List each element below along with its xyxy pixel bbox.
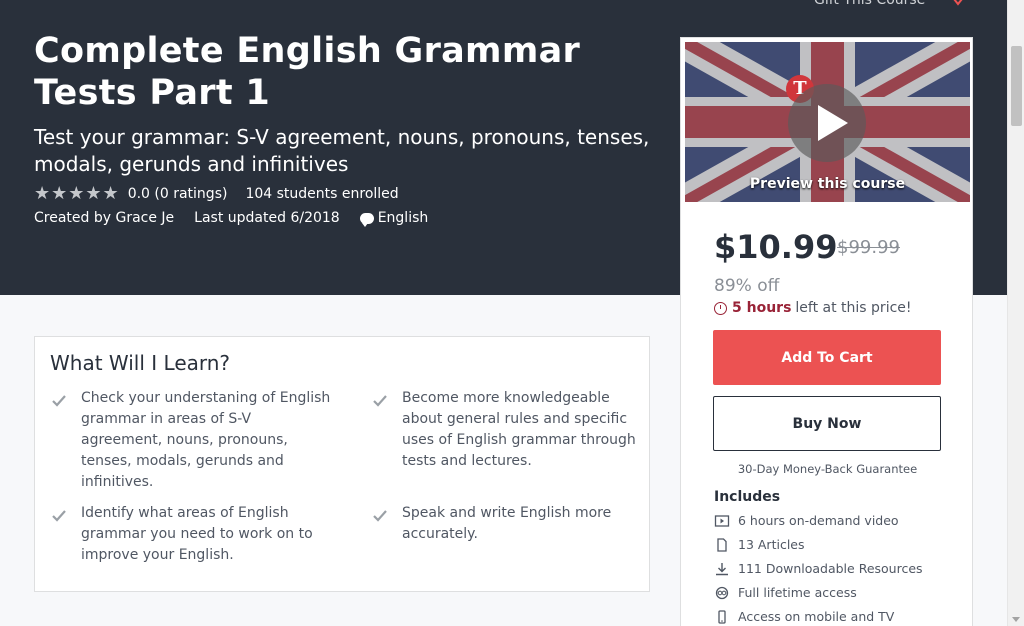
check-icon xyxy=(52,395,66,407)
timer-hours: 5 hours xyxy=(732,300,792,316)
purchase-sidebar: T Preview this course $10.99 $99.99 89% … xyxy=(680,37,973,626)
include-label: 13 Articles xyxy=(738,537,805,552)
course-meta-row: Created by Grace Je Last updated 6/2018 … xyxy=(34,210,429,227)
last-updated: Last updated 6/2018 xyxy=(194,210,340,226)
money-back-guarantee: 30-Day Money-Back Guarantee xyxy=(737,462,918,476)
gift-course-link[interactable]: Gift This Course xyxy=(814,0,925,8)
check-icon xyxy=(52,510,66,522)
include-item: Full lifetime access xyxy=(714,585,857,600)
check-icon xyxy=(373,395,387,407)
include-label: Access on mobile and TV xyxy=(738,609,895,624)
discount-percentage: 89% off xyxy=(714,276,780,296)
price-timer: 5 hours left at this price! xyxy=(714,300,912,316)
speech-bubble-icon xyxy=(359,212,374,227)
course-title: Complete English Grammar Tests Part 1 xyxy=(34,31,581,113)
include-item: 6 hours on-demand video xyxy=(714,513,899,528)
include-item: 111 Downloadable Resources xyxy=(714,561,923,576)
language-info: English xyxy=(359,210,429,227)
alarm-clock-icon xyxy=(714,301,727,315)
what-will-i-learn-box: What Will I Learn? Check your understani… xyxy=(34,336,650,592)
preview-label: Preview this course xyxy=(749,176,906,192)
include-label: Full lifetime access xyxy=(738,585,857,600)
play-icon[interactable] xyxy=(788,84,866,162)
rating-row: ★★★★★ 0.0 (0 ratings) 104 students enrol… xyxy=(34,183,399,204)
rating-text[interactable]: 0.0 (0 ratings) xyxy=(128,186,228,202)
timer-rest: left at this price! xyxy=(795,300,912,316)
instructor-credit[interactable]: Created by Grace Je xyxy=(34,210,174,226)
current-price: $10.99 xyxy=(714,228,838,266)
language-label: English xyxy=(377,210,429,226)
learn-item: Become more knowledgeable about general … xyxy=(402,390,636,469)
add-to-cart-button[interactable]: Add To Cart xyxy=(713,330,941,385)
enrolled-count: 104 students enrolled xyxy=(245,185,399,202)
include-item: 13 Articles xyxy=(714,537,805,552)
page-scrollbar[interactable] xyxy=(1007,0,1024,626)
course-subtitle: Test your grammar: S-V agreement, nouns,… xyxy=(34,125,650,176)
download-icon xyxy=(716,562,728,575)
include-label: 111 Downloadable Resources xyxy=(738,561,923,576)
learn-title: What Will I Learn? xyxy=(50,351,231,375)
include-item: Access on mobile and TV xyxy=(714,609,894,624)
buy-now-button[interactable]: Buy Now xyxy=(713,396,941,451)
infinity-icon xyxy=(715,586,729,599)
scroll-down-arrow-icon[interactable] xyxy=(1012,617,1020,622)
learn-item: Check your understaning of English gramm… xyxy=(81,390,331,490)
scrollbar-thumb[interactable] xyxy=(1011,46,1022,126)
learn-item: Identify what areas of English grammar y… xyxy=(81,505,313,563)
mobile-icon xyxy=(718,609,726,624)
file-icon xyxy=(717,537,727,552)
original-price: $99.99 xyxy=(837,237,900,258)
video-icon xyxy=(714,514,730,527)
rating-stars-icon: ★★★★★ xyxy=(34,183,120,204)
includes-title: Includes xyxy=(714,489,781,505)
course-preview-video[interactable]: T Preview this course xyxy=(685,42,970,202)
wishlist-heart-icon[interactable] xyxy=(948,0,968,6)
include-label: 6 hours on-demand video xyxy=(738,513,899,528)
check-icon xyxy=(373,510,387,522)
learn-item: Speak and write English more accurately. xyxy=(402,505,612,542)
